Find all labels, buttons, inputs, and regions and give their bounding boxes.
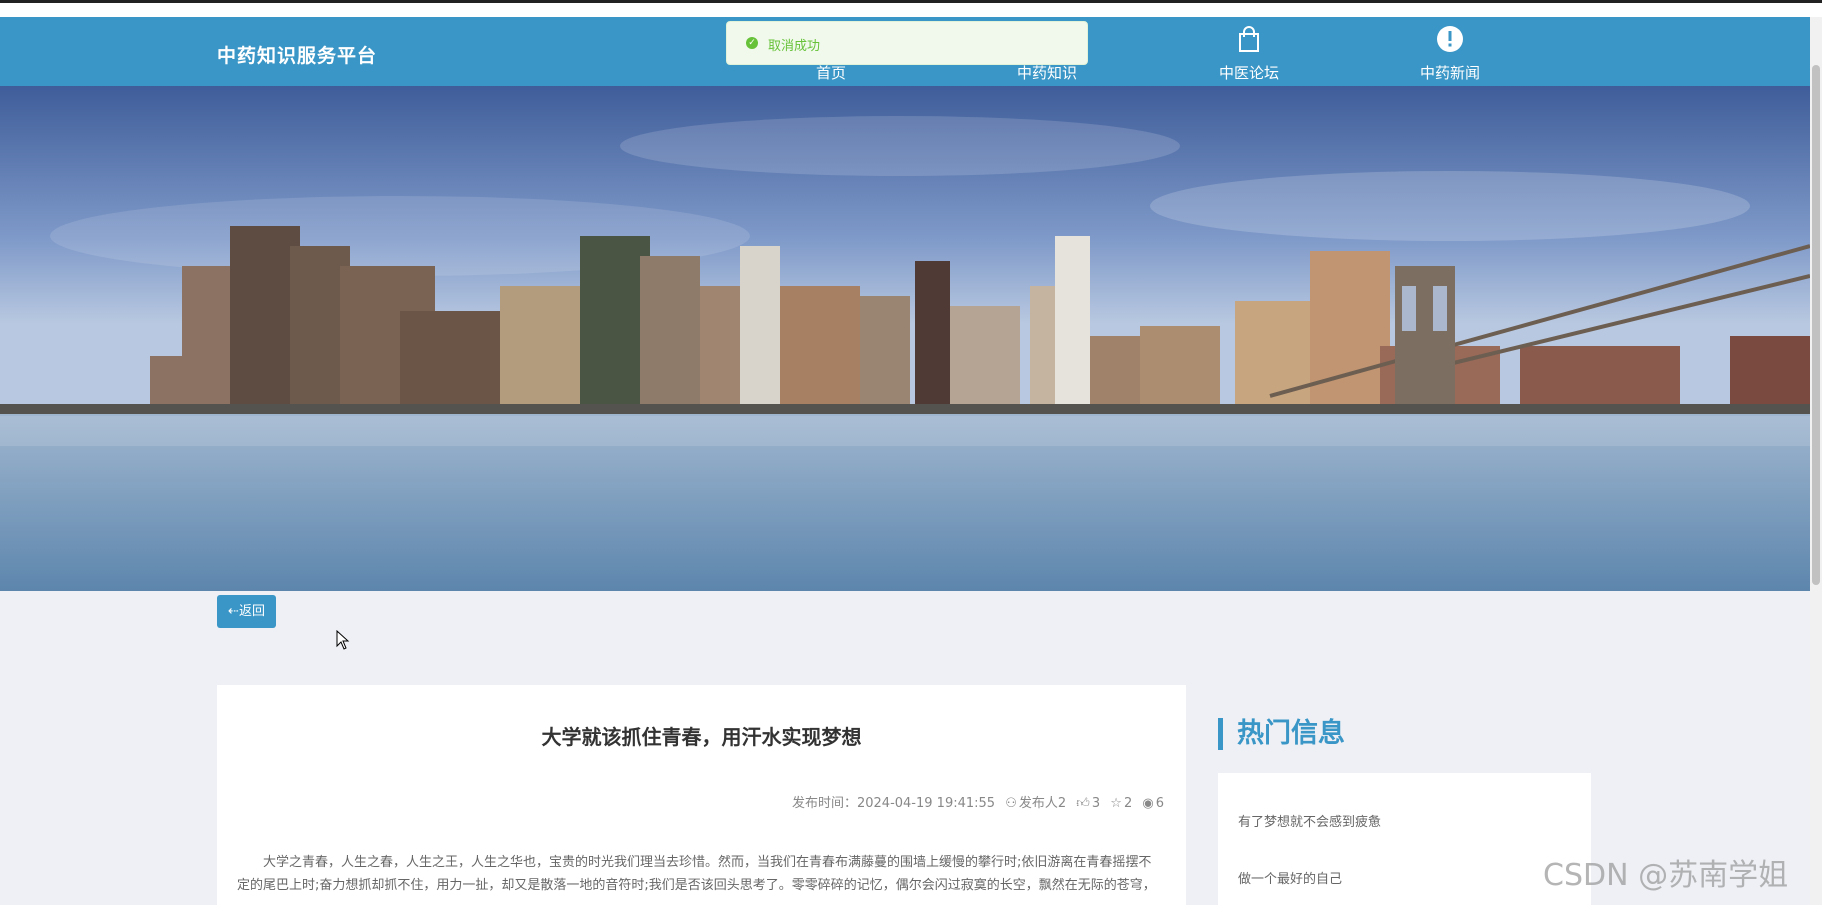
published-label: 发布时间： <box>791 796 857 811</box>
star-icon[interactable]: ☆ <box>1110 796 1122 811</box>
banner-carousel[interactable] <box>0 86 1810 591</box>
page-top-strip <box>0 3 1822 17</box>
author-name: 发布人2 <box>1018 796 1067 811</box>
nav-item-news[interactable]: 中药新闻 <box>1395 17 1505 86</box>
thumbs-up-icon[interactable]: 👍︎ <box>1076 796 1090 811</box>
list-item[interactable]: 做一个最好的自己 <box>1238 868 1342 887</box>
back-button[interactable]: ⇠返回 <box>217 595 276 628</box>
nav-item-knowledge-label: 中药知识 <box>1016 64 1077 82</box>
vertical-scrollbar[interactable] <box>1810 17 1822 905</box>
watermark: CSDN @苏南学姐 <box>1543 858 1789 893</box>
toast-message: 取消成功 <box>768 39 821 54</box>
success-toast: ✓ 取消成功 <box>726 21 1088 65</box>
user-icon: ⚇ <box>1005 796 1017 811</box>
like-count: 3 <box>1091 796 1101 811</box>
site-brand[interactable]: 中药知识服务平台 <box>217 41 377 68</box>
hot-info-list: 有了梦想就不会感到疲惫 做一个最好的自己 <box>1218 773 1591 905</box>
eye-icon: ◉ <box>1142 796 1154 811</box>
favorite-count: 2 <box>1123 796 1133 811</box>
nav-item-forum[interactable]: 中医论坛 <box>1194 17 1304 86</box>
scrollbar-thumb[interactable] <box>1812 65 1820 585</box>
nav-item-home-label: 首页 <box>815 64 846 82</box>
shopping-bag-icon <box>1239 26 1259 52</box>
nav-item-forum-label: 中医论坛 <box>1218 64 1279 82</box>
article-title: 大学就该抓住青春，用汗水实现梦想 <box>541 725 862 749</box>
success-check-icon: ✓ <box>746 37 758 49</box>
article-meta: 发布时间：2024-04-19 19:41:55 ⚇ 发布人2 👍︎ 3 ☆ 2 ◉ 6 <box>786 792 1164 811</box>
list-item[interactable]: 有了梦想就不会感到疲惫 <box>1238 811 1381 830</box>
mouse-cursor-icon <box>336 630 350 650</box>
article-card: 大学就该抓住青春，用汗水实现梦想 发布时间：2024-04-19 19:41:5… <box>217 685 1186 905</box>
alert-circle-icon <box>1437 26 1463 52</box>
hot-info-title: 热门信息 <box>1218 718 1345 750</box>
city-skyline-image <box>0 86 1810 591</box>
view-count: 6 <box>1155 796 1164 811</box>
published-time: 2024-04-19 19:41:55 <box>856 796 996 811</box>
article-body: 大学之青春，人生之春，人生之王，人生之华也，宝贵的时光我们理当去珍惜。然而，当我… <box>237 855 1156 893</box>
nav-item-news-label: 中药新闻 <box>1419 64 1480 82</box>
